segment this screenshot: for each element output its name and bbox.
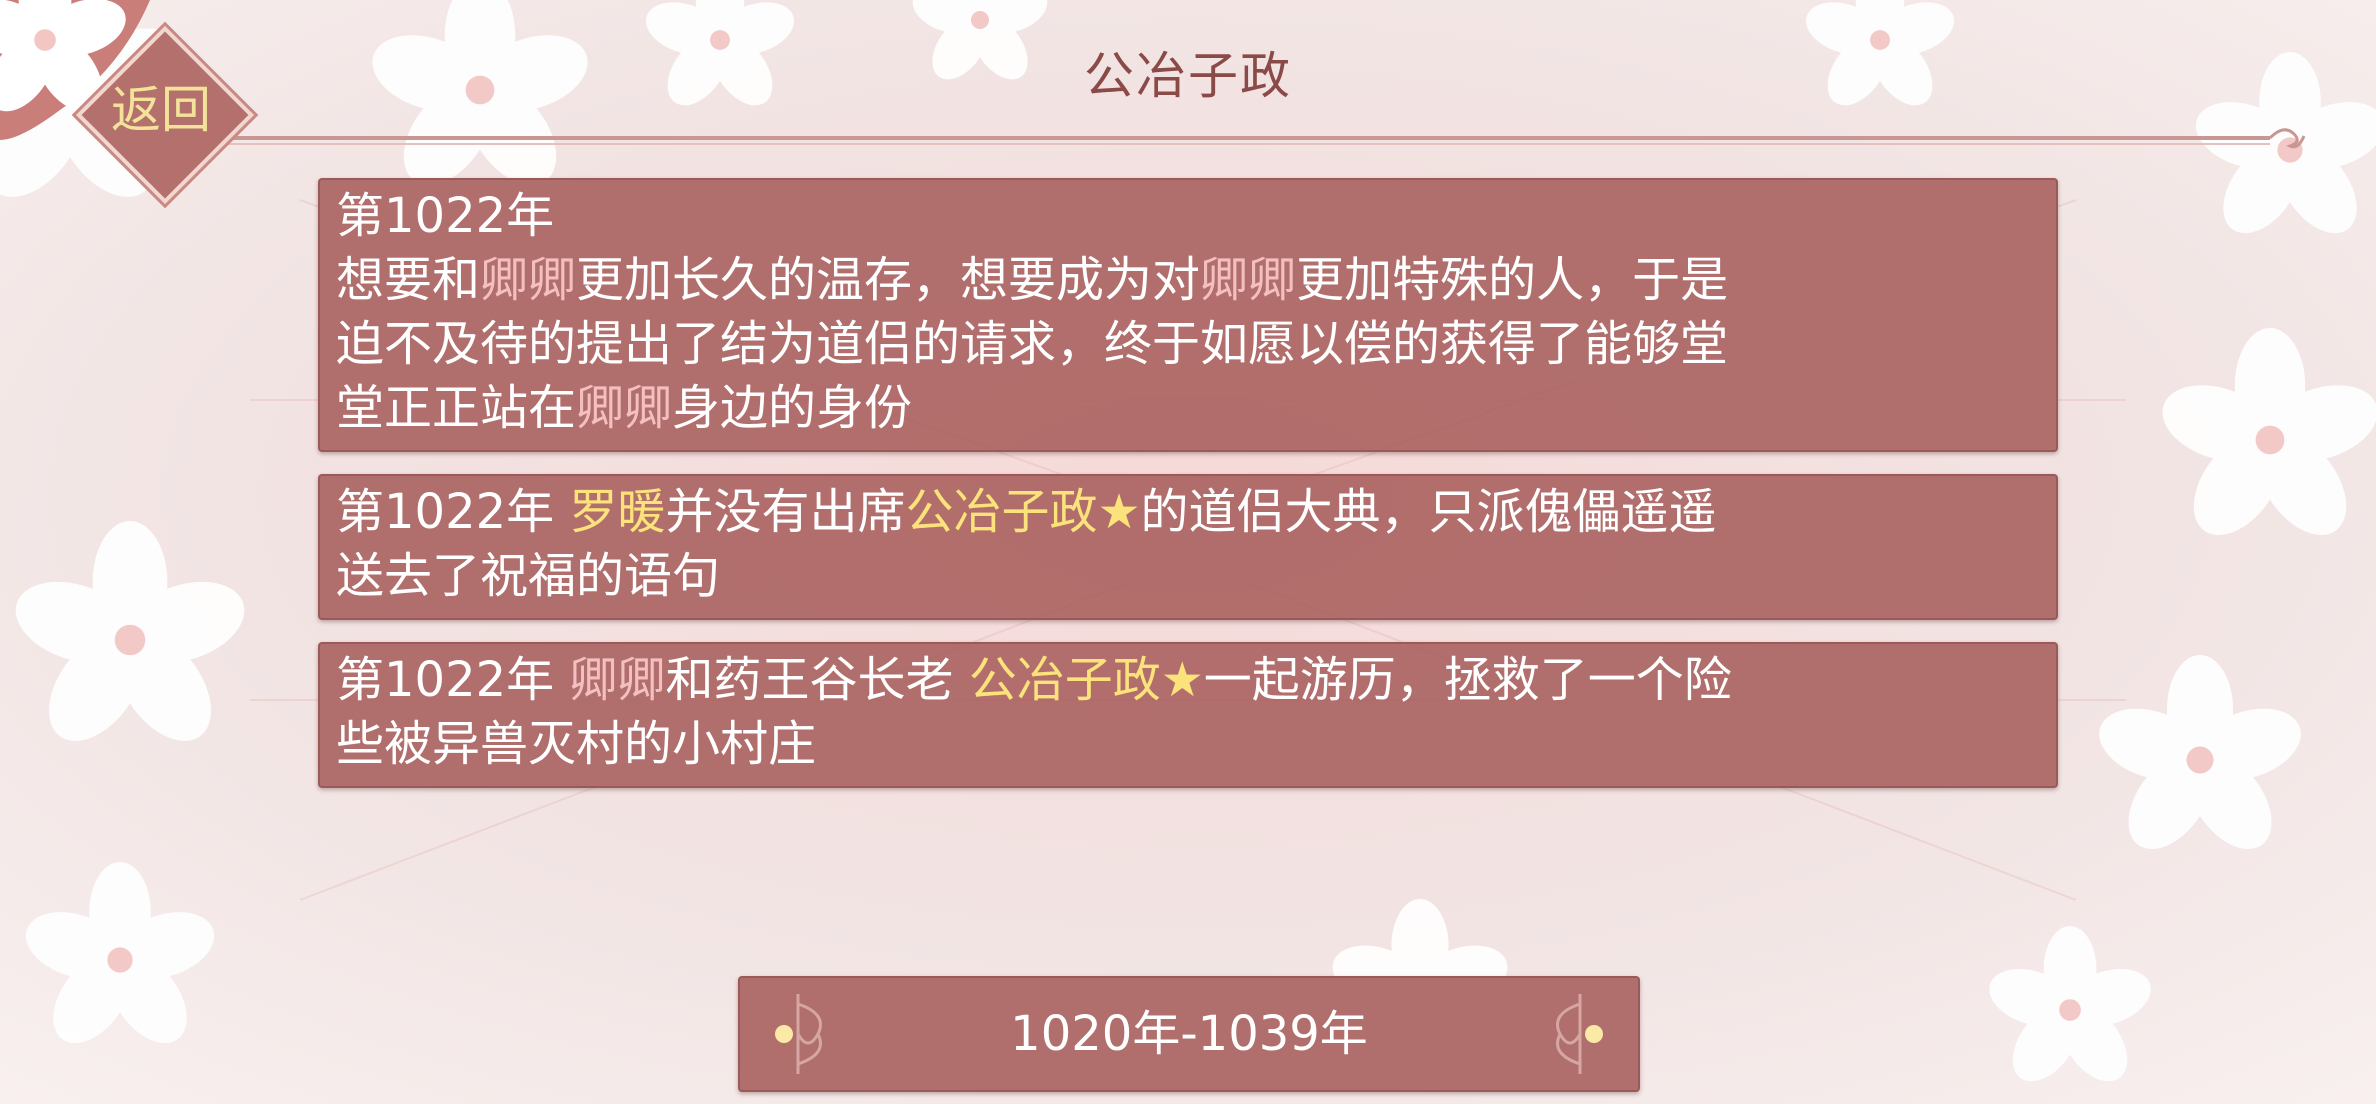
event-text: 并没有出席 <box>665 484 906 540</box>
event-text: 第1022年 <box>336 188 555 244</box>
highlight-name: 公冶子政★ <box>905 484 1141 540</box>
event-card: 第1022年 想要和卿卿更加长久的温存，想要成为对卿卿更加特殊的人，于是 迫不及待的… <box>318 178 2058 452</box>
event-text: 第1022年 <box>336 652 570 708</box>
event-text: 堂正正站在 <box>336 380 577 436</box>
event-text: 送去了祝福的语句 <box>336 548 721 604</box>
event-text: 更加特殊的人，于是 <box>1296 252 1729 308</box>
back-button-label: 返回 <box>111 81 211 139</box>
event-line: 堂正正站在卿卿身边的身份 <box>336 376 2030 440</box>
event-line: 些被异兽灭村的小村庄 <box>336 712 2030 776</box>
event-log[interactable]: 第1022年 想要和卿卿更加长久的温存，想要成为对卿卿更加特殊的人，于是 迫不及待的… <box>318 178 2058 810</box>
event-line: 送去了祝福的语句 <box>336 544 2030 608</box>
highlight-term: 卿卿 <box>576 380 673 436</box>
scroll-ornament-right-icon <box>1556 994 1603 1074</box>
back-button[interactable]: 返回 <box>70 25 270 205</box>
event-line: 迫不及待的提出了结为道侣的请求，终于如愿以偿的获得了能够堂 <box>336 312 2030 376</box>
event-line: 第1022年 <box>336 184 2030 248</box>
event-line: 想要和卿卿更加长久的温存，想要成为对卿卿更加特殊的人，于是 <box>336 248 2030 312</box>
page-title: 公冶子政 <box>1084 47 1292 105</box>
event-text: 第1022年 <box>336 484 570 540</box>
event-text: 身边的身份 <box>672 380 913 436</box>
event-card: 第1022年 罗暖并没有出席公冶子政★的道侣大典，只派傀儡遥遥 送去了祝福的语句 <box>318 474 2058 620</box>
event-line: 第1022年 卿卿和药王谷长老 公冶子政★一起游历，拯救了一个险 <box>336 648 2030 712</box>
era-label: 1020年-1039年 <box>1010 1006 1368 1062</box>
event-text: 迫不及待的提出了结为道侣的请求，终于如愿以偿的获得了能够堂 <box>336 316 1729 372</box>
event-text: 更加长久的温存，想要成为对 <box>576 252 1201 308</box>
era-selector-button[interactable]: 1020年-1039年 <box>738 976 1640 1092</box>
event-card: 第1022年 卿卿和药王谷长老 公冶子政★一起游历，拯救了一个险 些被异兽灭村的小… <box>318 642 2058 788</box>
event-text: 想要和 <box>336 252 481 308</box>
highlight-name: 公冶子政★ <box>968 652 1204 708</box>
highlight-term: 卿卿 <box>480 252 577 308</box>
highlight-term: 卿卿 <box>1200 252 1297 308</box>
event-text: 的道侣大典，只派傀儡遥遥 <box>1140 484 1717 540</box>
top-bar: 公冶子政 <box>0 0 2376 180</box>
event-text: 一起游历，拯救了一个险 <box>1203 652 1732 708</box>
highlight-term: 卿卿 <box>569 652 666 708</box>
header-divider <box>200 128 2306 149</box>
highlight-name: 罗暖 <box>569 484 666 540</box>
event-text: 和药王谷长老 <box>665 652 969 708</box>
event-line: 第1022年 罗暖并没有出席公冶子政★的道侣大典，只派傀儡遥遥 <box>336 480 2030 544</box>
event-text: 些被异兽灭村的小村庄 <box>336 716 817 772</box>
